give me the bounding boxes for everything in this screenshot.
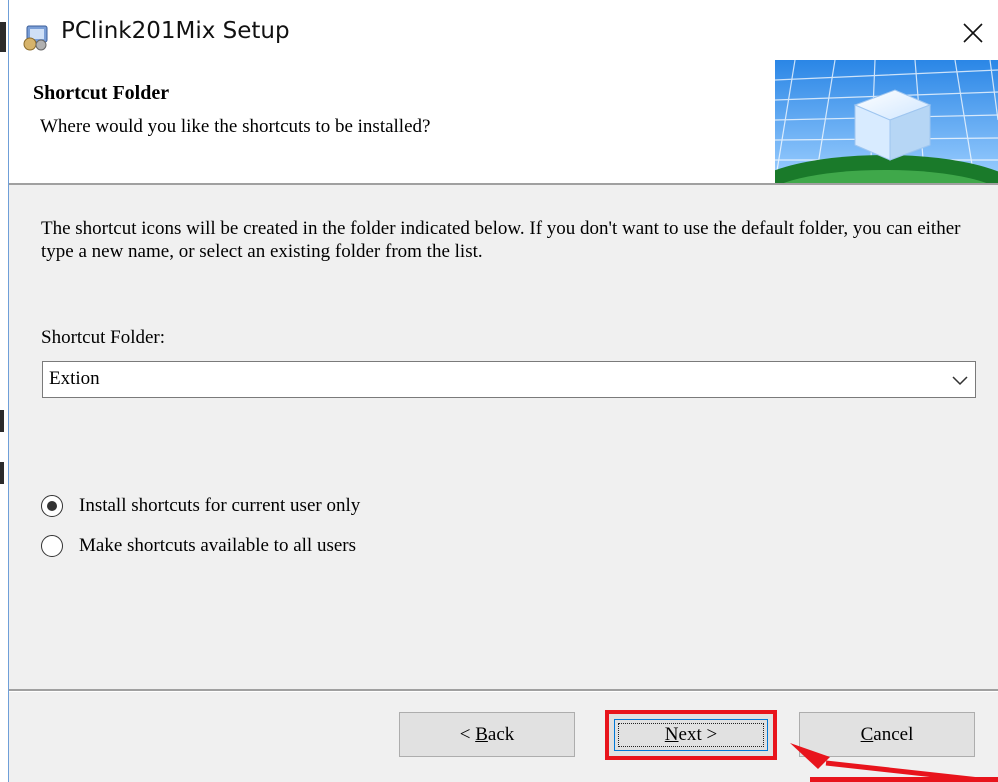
setup-dialog: PClink201Mix Setup Shortcut Folder Where… <box>8 0 998 782</box>
next-button[interactable]: Next > <box>605 710 777 760</box>
annotation-arrow-icon <box>790 743 998 782</box>
left-edge-mark <box>0 462 4 484</box>
header-banner-graphic <box>775 60 998 183</box>
next-button-rest: ext > <box>678 724 718 745</box>
shortcut-folder-combobox[interactable]: Extion <box>42 361 976 398</box>
radio-all-users-label[interactable]: Make shortcuts available to all users <box>79 535 356 557</box>
radio-button-unselected[interactable] <box>41 535 63 557</box>
wizard-header: Shortcut Folder Where would you like the… <box>9 60 998 183</box>
left-edge-mark <box>0 22 6 52</box>
back-button-mnemonic: B <box>475 723 488 745</box>
page-subtitle: Where would you like the shortcuts to be… <box>40 116 431 137</box>
instructions-text: The shortcut icons will be created in th… <box>41 218 961 262</box>
left-edge-mark <box>0 410 4 432</box>
chevron-down-icon[interactable] <box>951 373 969 387</box>
back-button-prefix: < <box>459 723 476 745</box>
radio-all-users[interactable]: Make shortcuts available to all users <box>41 535 356 557</box>
shortcut-folder-label: Shortcut Folder: <box>41 327 166 348</box>
installer-app-icon <box>23 25 48 51</box>
radio-current-user[interactable]: Install shortcuts for current user only <box>41 495 360 517</box>
close-button[interactable] <box>948 10 998 56</box>
next-button-mnemonic: N <box>664 724 679 745</box>
back-button-rest: ack <box>487 723 515 745</box>
radio-current-user-label[interactable]: Install shortcuts for current user only <box>79 495 360 517</box>
radio-button-selected[interactable] <box>41 495 63 517</box>
shortcut-folder-value[interactable]: Extion <box>49 368 100 390</box>
back-button[interactable]: < Back <box>399 712 575 757</box>
window-title: PClink201Mix Setup <box>61 18 290 44</box>
next-button-focus[interactable]: Next > <box>614 719 768 751</box>
page-title: Shortcut Folder <box>33 82 170 104</box>
wizard-body: The shortcut icons will be created in th… <box>9 185 998 689</box>
close-icon <box>963 23 983 43</box>
